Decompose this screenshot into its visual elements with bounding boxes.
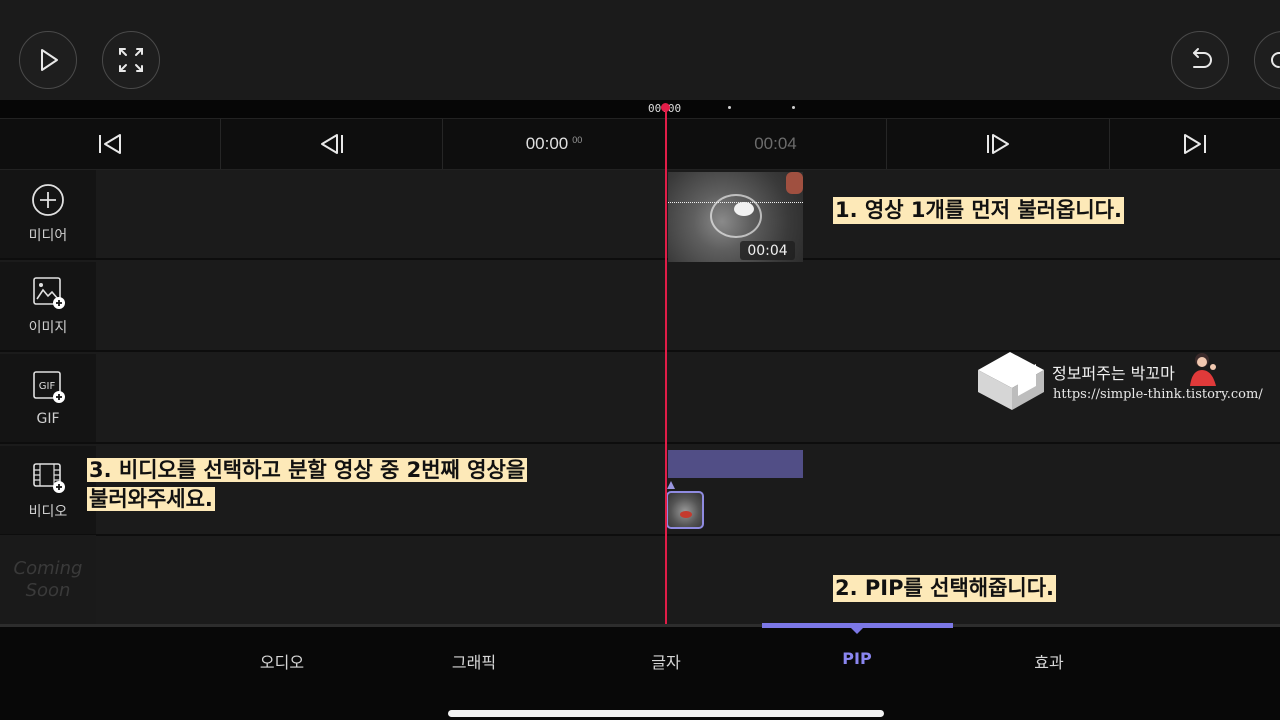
watermark-avatar-icon — [1190, 353, 1216, 386]
pip-layer-bar[interactable] — [668, 450, 803, 478]
watermark-url: https://simple-think.tistory.com/ — [1053, 387, 1263, 402]
current-frames: 00 — [572, 135, 583, 145]
coming-soon-line2: Soon — [25, 580, 71, 601]
gif-add-icon: GIF — [33, 371, 65, 403]
redo-icon — [1271, 52, 1280, 68]
gif-label: GIF — [36, 411, 60, 427]
playhead[interactable] — [665, 104, 667, 624]
media-label: 미디어 — [28, 228, 68, 244]
hand-shape — [786, 172, 803, 194]
home-indicator[interactable] — [448, 710, 884, 717]
egg-shape — [734, 202, 754, 216]
play-icon — [41, 49, 58, 71]
undo-button[interactable] — [1171, 31, 1229, 89]
next-time-marker: 00:04 — [754, 134, 797, 153]
top-toolbar — [0, 0, 1280, 100]
tab-audio[interactable]: 오디오 — [260, 649, 304, 673]
watermark-logo-icon — [978, 352, 1044, 410]
playback-controls: 00:00 00 00:04 — [0, 118, 1280, 170]
undo-icon — [1193, 48, 1212, 68]
play-button[interactable] — [19, 31, 77, 89]
playhead-knob[interactable] — [661, 103, 670, 112]
annotation-step3-line1: 3. 비디오를 선택하고 분할 영상 중 2번째 영상을 — [87, 458, 528, 482]
current-time: 00:00 00 — [525, 134, 583, 153]
active-tab-caret — [851, 628, 863, 634]
skip-end-icon — [1184, 134, 1206, 154]
plus-circle-icon — [32, 184, 64, 216]
annotation-step3: 3. 비디오를 선택하고 분할 영상 중 2번째 영상을 불러와주세요. — [85, 456, 630, 514]
redo-button[interactable] — [1254, 31, 1280, 89]
tab-effects[interactable]: 효과 — [1034, 649, 1063, 673]
current-time-cell: 00:00 00 — [443, 119, 665, 169]
ruler-tick — [728, 106, 731, 109]
skip-to-end-button[interactable] — [1110, 119, 1280, 169]
image-add-icon — [33, 277, 65, 309]
tab-text[interactable]: 글자 — [651, 649, 680, 673]
previous-frame-button[interactable] — [221, 119, 443, 169]
next-frame-button[interactable] — [887, 119, 1110, 169]
annotation-step1: 1. 영상 1개를 먼저 불러옵니다. — [833, 197, 1124, 224]
tab-graphic[interactable]: 그래픽 — [452, 649, 496, 673]
skip-start-icon — [99, 134, 121, 154]
next-time-cell: 00:04 — [665, 119, 887, 169]
fullscreen-button[interactable] — [102, 31, 160, 89]
image-track: 이미지 — [0, 262, 1280, 352]
add-gif-button[interactable]: GIF GIF — [0, 354, 96, 442]
tab-pip[interactable]: PIP — [842, 649, 871, 668]
expand-icon — [119, 48, 143, 72]
bowl-shape — [710, 194, 762, 238]
add-media-button[interactable]: 미디어 — [0, 170, 96, 258]
film-add-icon — [33, 463, 65, 493]
pip-clip-thumbnail[interactable] — [666, 491, 704, 529]
image-label: 이미지 — [28, 320, 68, 336]
ruler-tick — [792, 106, 795, 109]
coming-soon-slot: Coming Soon — [0, 535, 96, 625]
video-label: 비디오 — [28, 504, 68, 520]
add-video-button[interactable]: 비디오 — [0, 446, 96, 534]
timeline-ruler[interactable]: 00:00 — [0, 100, 1280, 118]
pip-thumb-detail — [680, 511, 692, 518]
annotation-step2: 2. PIP를 선택해줍니다. — [833, 575, 1057, 602]
annotation-step3-line2: 불러와주세요. — [87, 487, 215, 511]
skip-to-start-button[interactable] — [0, 119, 221, 169]
step-forward-icon — [987, 134, 1009, 154]
coming-soon-line1: Coming — [13, 558, 83, 579]
clip-duration-badge: 00:04 — [740, 241, 795, 260]
watermark-title: 정보퍼주는 박꼬마 — [1052, 364, 1175, 383]
add-image-button[interactable]: 이미지 — [0, 262, 96, 350]
bottom-tab-bar: 오디오 그래픽 글자 PIP 효과 — [0, 623, 1280, 700]
step-back-icon — [320, 134, 343, 154]
gif-icon-text: GIF — [39, 381, 56, 392]
pip-marker-icon — [667, 481, 675, 489]
